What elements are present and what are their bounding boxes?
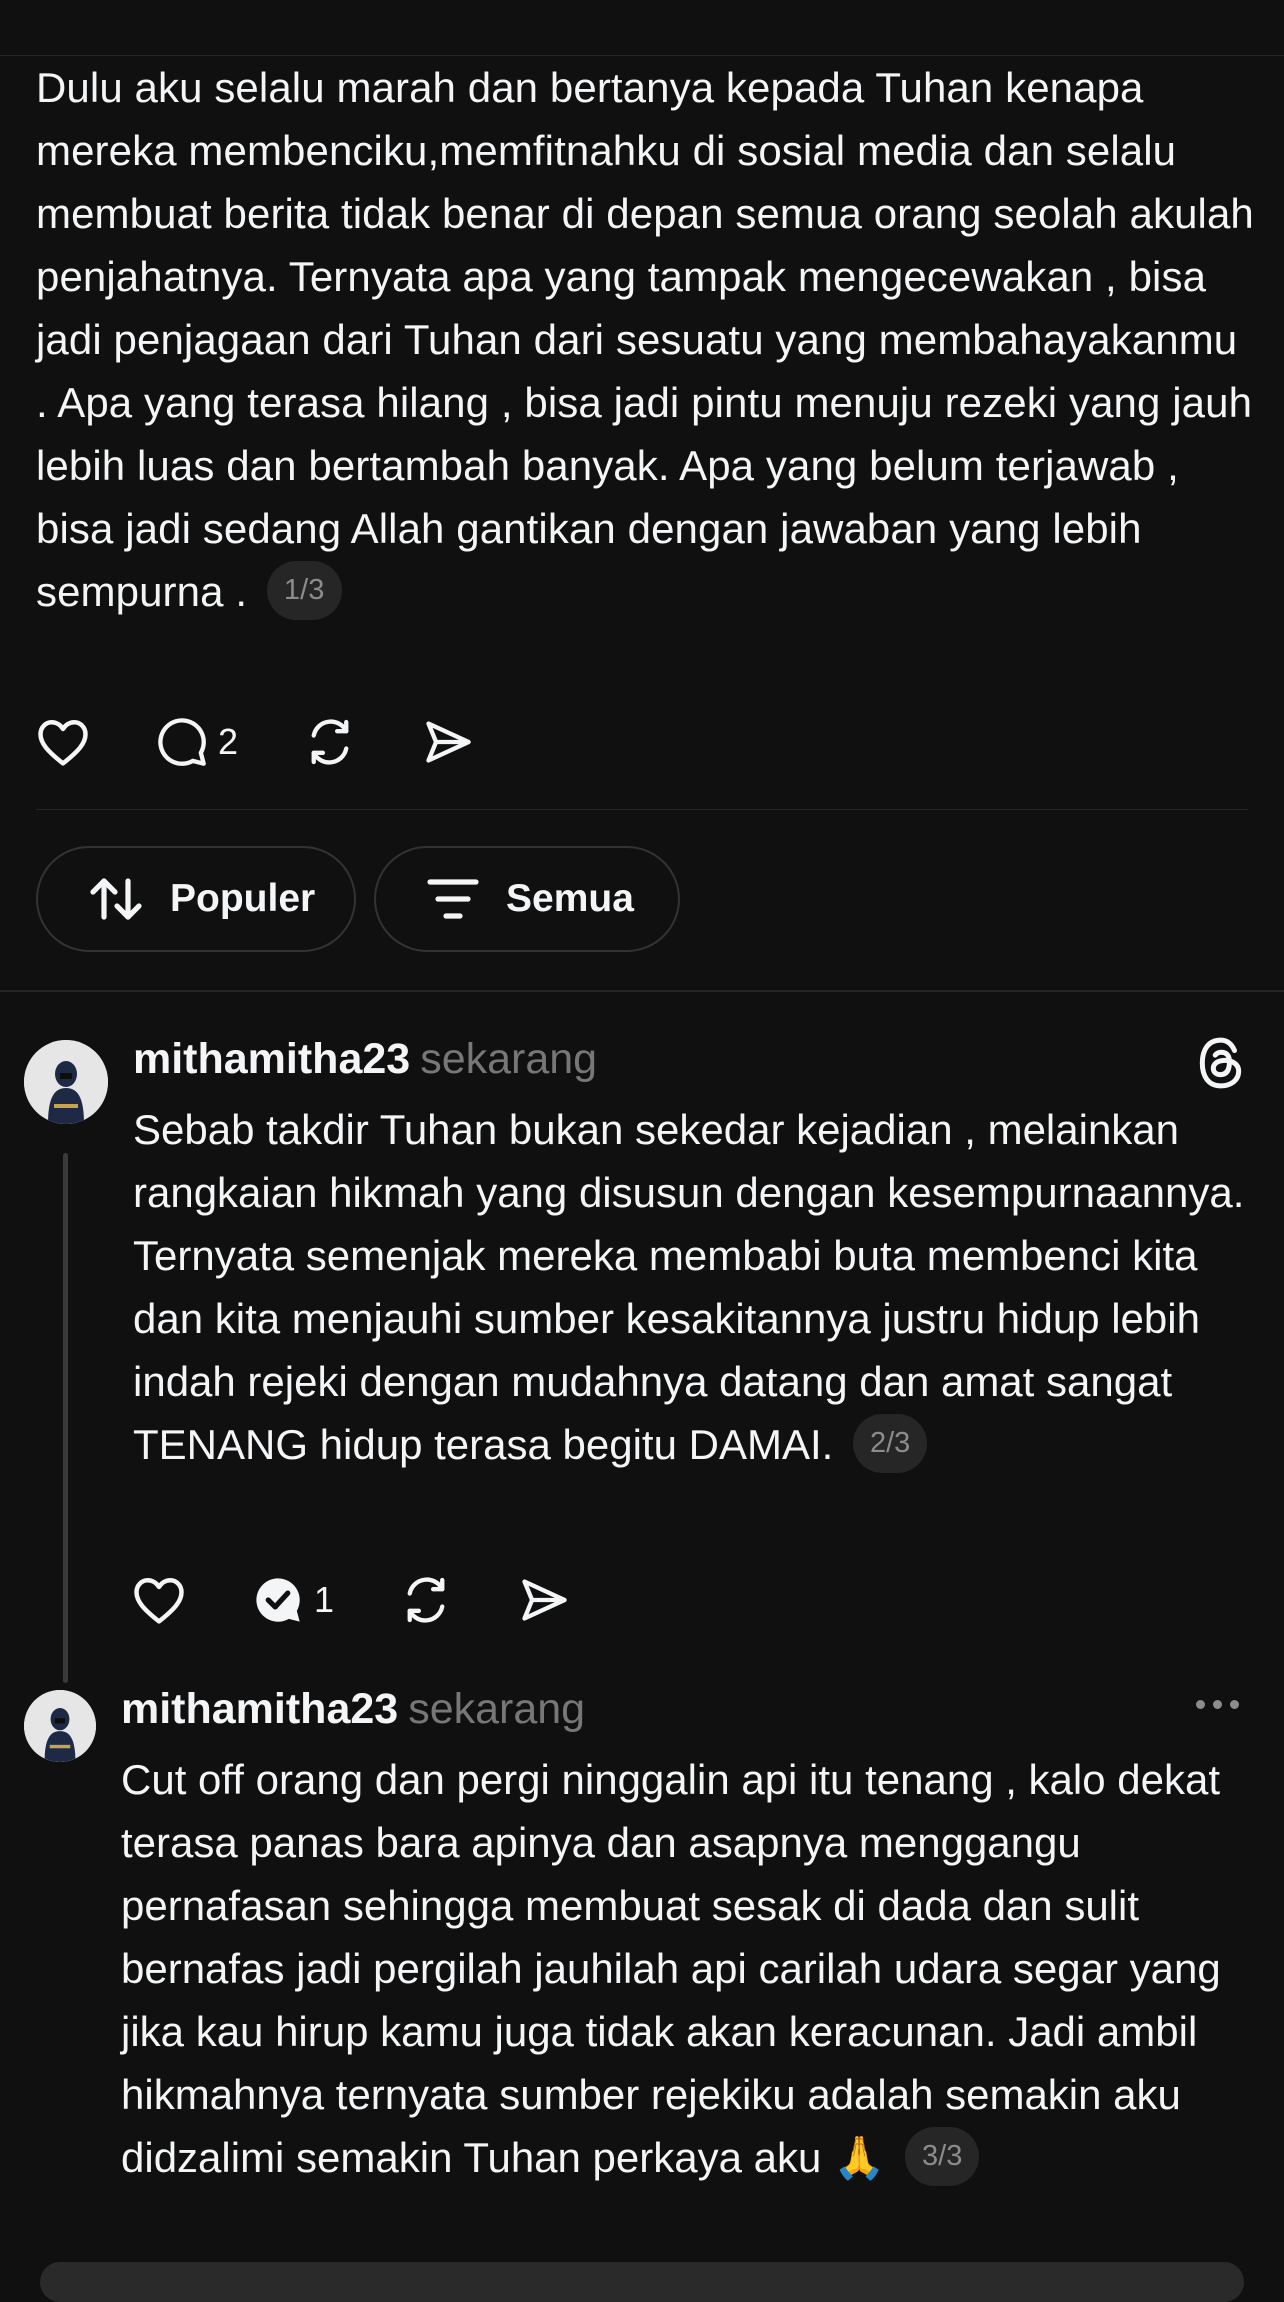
reply-button[interactable]: 1 <box>252 1574 334 1626</box>
share-button[interactable] <box>422 716 474 768</box>
page-indicator-badge: 1/3 <box>266 561 342 621</box>
reply-button[interactable]: 2 <box>156 716 238 768</box>
username[interactable]: mithamitha23 <box>133 1035 410 1083</box>
repost-button[interactable] <box>304 716 356 768</box>
sort-label: Populer <box>170 877 316 920</box>
filter-label: Semua <box>506 877 634 920</box>
reply-count: 1 <box>314 1579 335 1620</box>
section-divider <box>36 809 1248 810</box>
comment-header: mithamitha23 sekarang <box>121 1684 585 1734</box>
repost-icon <box>311 719 349 765</box>
like-button[interactable] <box>132 1575 186 1625</box>
sort-button[interactable]: Populer <box>36 846 356 952</box>
send-icon <box>426 721 471 763</box>
page-indicator-badge: 2/3 <box>852 1414 928 1474</box>
sort-arrows-icon <box>90 878 142 920</box>
post-actions: 2 <box>36 712 540 772</box>
comment-text-content: Cut off orang dan pergi ninggalin api it… <box>121 1756 1221 2181</box>
pray-emoji: 🙏 <box>833 2134 886 2181</box>
send-icon <box>522 1579 567 1621</box>
comment-text: Sebab takdir Tuhan bukan sekedar kejadia… <box>133 1098 1253 1477</box>
comment-actions: 1 <box>132 1570 636 1630</box>
share-button[interactable] <box>518 1574 570 1626</box>
reply-count: 2 <box>218 721 239 762</box>
avatar[interactable] <box>24 1690 96 1762</box>
like-button[interactable] <box>36 717 90 767</box>
comment-icon <box>158 718 206 766</box>
threads-logo-icon[interactable] <box>1196 1036 1246 1095</box>
more-dots-icon[interactable] <box>1196 1700 1247 1709</box>
username[interactable]: mithamitha23 <box>121 1685 398 1733</box>
heart-icon <box>38 719 88 766</box>
avatar[interactable] <box>24 1040 108 1124</box>
comment-text-content: Sebab takdir Tuhan bukan sekedar kejadia… <box>133 1106 1245 1468</box>
repost-button[interactable] <box>400 1574 452 1626</box>
timestamp: sekarang <box>420 1035 598 1083</box>
filter-lines-icon <box>427 879 479 919</box>
avatar-image <box>24 1690 96 1762</box>
avatar-image <box>24 1040 108 1124</box>
post-text: Dulu aku selalu marah dan bertanya kepad… <box>36 56 1256 624</box>
timestamp: sekarang <box>408 1685 586 1733</box>
reply-composer-bar[interactable] <box>40 2262 1244 2302</box>
comment-replied-icon <box>256 1578 300 1622</box>
filter-button[interactable]: Semua <box>374 846 680 952</box>
comment-text: Cut off orang dan pergi ninggalin api it… <box>121 1748 1261 2190</box>
page-indicator-badge: 3/3 <box>905 2127 980 2187</box>
repost-icon <box>407 1577 445 1623</box>
post-text-content: Dulu aku selalu marah dan bertanya kepad… <box>36 64 1254 615</box>
thread-line <box>63 1153 68 1683</box>
heart-icon <box>134 1577 184 1624</box>
comment-header: mithamitha23 sekarang <box>133 1034 597 1084</box>
full-divider <box>0 990 1284 992</box>
